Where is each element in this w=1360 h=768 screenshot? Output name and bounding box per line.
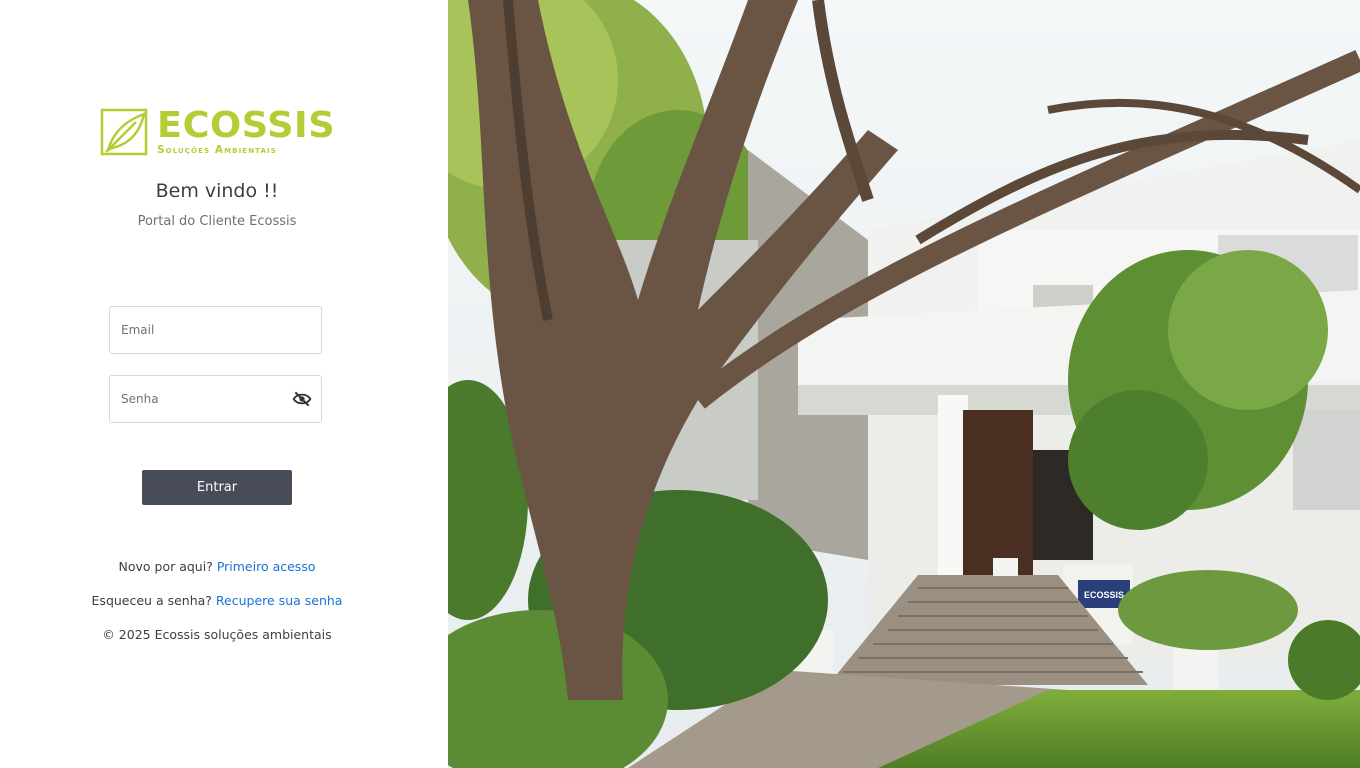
login-panel: ECOSSIS Soluções Ambientais Bem vindo !!…	[0, 0, 448, 768]
email-field-wrapper	[109, 306, 322, 354]
password-field[interactable]	[121, 376, 291, 422]
new-here-text: Novo por aqui?	[118, 559, 213, 574]
password-field-wrapper	[109, 375, 322, 423]
eye-slash-icon[interactable]	[292, 390, 312, 408]
copyright-text: © 2025 Ecossis soluções ambientais	[102, 627, 332, 642]
office-photo: ECOSSIS	[448, 0, 1360, 768]
leaf-logo-icon	[100, 108, 148, 156]
recover-password-link[interactable]: Recupere sua senha	[216, 593, 343, 608]
first-access-link[interactable]: Primeiro acesso	[217, 559, 316, 574]
forgot-password-line: Esqueceu a senha? Recupere sua senha	[0, 593, 434, 608]
logo-tagline: Soluções Ambientais	[157, 144, 277, 156]
office-building-image: ECOSSIS	[448, 0, 1360, 768]
building-sign-text: ECOSSIS	[1084, 590, 1124, 600]
first-access-line: Novo por aqui? Primeiro acesso	[0, 559, 434, 574]
welcome-heading: Bem vindo !!	[155, 180, 279, 202]
logo-wordmark: ECOSSIS	[157, 105, 336, 146]
ecossis-logo: ECOSSIS Soluções Ambientais	[100, 105, 336, 158]
forgot-text: Esqueceu a senha?	[91, 593, 212, 608]
portal-subtitle: Portal do Cliente Ecossis	[137, 214, 297, 229]
email-field[interactable]	[121, 307, 291, 353]
login-button[interactable]: Entrar	[142, 470, 292, 505]
